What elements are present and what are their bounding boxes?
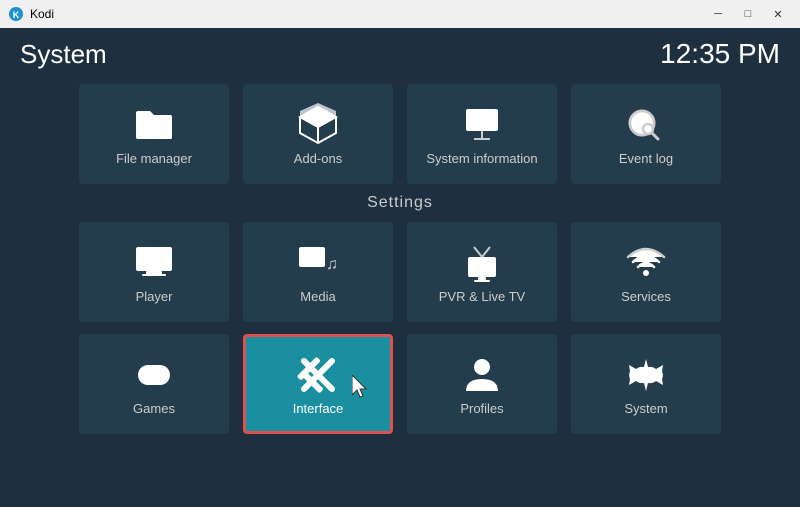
minimize-button[interactable]: ─ [704,4,732,24]
tile-games-label: Games [133,401,175,416]
event-log-icon [624,103,668,147]
settings-label: Settings [20,194,780,212]
system-information-icon [460,103,504,147]
profiles-icon [460,353,504,397]
tile-profiles-label: Profiles [460,401,503,416]
header: System 12:35 PM [20,38,780,70]
tile-event-log-label: Event log [619,151,673,166]
tile-media-label: Media [300,289,335,304]
close-button[interactable]: ✕ [764,4,792,24]
tile-interface[interactable]: Interface [243,334,393,434]
title-bar: K Kodi ─ □ ✕ [0,0,800,28]
kodi-logo-icon: K [8,6,24,22]
top-row: File manager Add-ons [20,84,780,184]
cursor-icon [352,375,372,399]
maximize-button[interactable]: □ [734,4,762,24]
tile-player-label: Player [136,289,173,304]
clock-display: 12:35 PM [660,38,780,70]
system-icon [624,353,668,397]
settings-row-1: Player ♫ Media [20,222,780,322]
settings-row-2: Games Interface [20,334,780,434]
tile-media[interactable]: ♫ Media [243,222,393,322]
media-icon: ♫ [296,241,340,285]
games-icon [132,353,176,397]
add-ons-icon [296,103,340,147]
tile-pvr-live-tv[interactable]: PVR & Live TV [407,222,557,322]
tile-player[interactable]: Player [79,222,229,322]
title-bar-left: K Kodi [8,6,54,22]
tile-file-manager[interactable]: File manager [79,84,229,184]
tile-add-ons-label: Add-ons [294,151,342,166]
window-controls: ─ □ ✕ [704,4,792,24]
tile-interface-label: Interface [293,401,344,416]
interface-icon [296,353,340,397]
player-icon [132,241,176,285]
tile-profiles[interactable]: Profiles [407,334,557,434]
svg-text:♫: ♫ [326,256,338,273]
services-icon [624,241,668,285]
tile-event-log[interactable]: Event log [571,84,721,184]
tile-add-ons[interactable]: Add-ons [243,84,393,184]
app-content: System 12:35 PM File manager [0,28,800,507]
tile-pvr-live-tv-label: PVR & Live TV [439,289,525,304]
tile-services-label: Services [621,289,671,304]
app-title: Kodi [30,7,54,21]
tile-system-information-label: System information [426,151,537,166]
tile-system-information[interactable]: System information [407,84,557,184]
file-manager-icon [132,103,176,147]
tile-system-label: System [624,401,667,416]
tile-system[interactable]: System [571,334,721,434]
tile-services[interactable]: Services [571,222,721,322]
tile-games[interactable]: Games [79,334,229,434]
pvr-live-tv-icon [460,241,504,285]
tile-file-manager-label: File manager [116,151,192,166]
page-title: System [20,39,107,70]
svg-text:K: K [13,10,20,20]
